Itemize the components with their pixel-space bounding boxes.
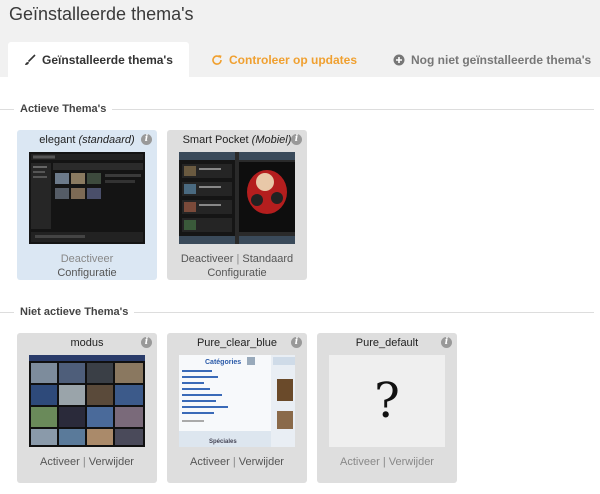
deactivate-link[interactable]: Deactiveer [181, 253, 234, 265]
tab-installed-themes[interactable]: Geïnstalleerde thema's [8, 42, 189, 77]
theme-actions: Deactiveer | Standaard Configuratie [167, 252, 307, 280]
theme-card-pure-clear-blue: Pure_clear_blue i Catégories Spéciales A… [167, 333, 307, 483]
page-title: Geïnstalleerde thema's [9, 4, 194, 24]
activate-link[interactable]: Activeer [190, 456, 230, 468]
theme-card-modus: modus i Activeer | Verwijder [17, 333, 157, 483]
section-inactive: Niet actieve Thema's [0, 305, 600, 319]
configuration-link[interactable]: Configuratie [57, 267, 116, 279]
theme-preview[interactable] [179, 152, 295, 244]
theme-actions: Activeer | Verwijder [317, 455, 457, 469]
header-area: Geïnstalleerde thema's Geïnstalleerde th… [0, 0, 600, 77]
theme-name: Smart Pocket (Mobiel) [182, 134, 292, 146]
section-title: Actieve Thema's [14, 102, 113, 116]
tab-not-installed[interactable]: Nog niet geïnstalleerde thema's [393, 42, 591, 77]
theme-card-elegant: elegant (standaard) i Deactiveer Configu… [17, 130, 157, 280]
deactivate-link[interactable]: Deactiveer [61, 253, 114, 265]
theme-preview[interactable] [29, 152, 145, 244]
configuration-link[interactable]: Configuratie [207, 267, 266, 279]
brush-icon [25, 53, 36, 65]
delete-link[interactable]: Verwijder [389, 456, 434, 468]
info-icon[interactable]: i [141, 337, 152, 348]
plus-circle-icon [393, 54, 405, 65]
tab-label: Nog niet geïnstalleerde thema's [411, 52, 592, 67]
preview-image: Catégories Spéciales [179, 355, 295, 447]
section-active: Actieve Thema's [0, 102, 600, 116]
theme-card-pure-default: Pure_default i ? Activeer | Verwijder [317, 333, 457, 483]
theme-preview[interactable] [29, 355, 145, 447]
delete-link[interactable]: Verwijder [89, 456, 134, 468]
theme-actions: Deactiveer Configuratie [17, 252, 157, 280]
activate-link[interactable]: Activeer [340, 456, 380, 468]
theme-name: Pure_clear_blue [196, 337, 278, 349]
preview-footer: Spéciales [209, 439, 237, 445]
theme-actions: Activeer | Verwijder [167, 455, 307, 469]
separator: | [382, 456, 386, 468]
activate-link[interactable]: Activeer [40, 456, 80, 468]
theme-card-smart-pocket: Smart Pocket (Mobiel) i Deactiveer | Sta… [167, 130, 307, 280]
refresh-icon [212, 54, 222, 65]
theme-name: Pure_default [355, 337, 419, 349]
delete-link[interactable]: Verwijder [239, 456, 284, 468]
section-title: Niet actieve Thema's [14, 305, 135, 319]
info-icon[interactable]: i [291, 134, 302, 145]
theme-name: elegant (standaard) [39, 134, 135, 146]
theme-preview[interactable]: ? [329, 355, 445, 447]
preview-image [29, 152, 145, 244]
preview-image [179, 152, 295, 244]
tab-label: Geïnstalleerde thema's [42, 52, 173, 67]
tab-check-updates[interactable]: Controleer op updates [211, 42, 357, 77]
set-default-link[interactable]: Standaard [242, 253, 293, 265]
tab-label: Controleer op updates [229, 52, 358, 67]
no-preview-placeholder: ? [329, 355, 445, 447]
separator: | [232, 456, 236, 468]
preview-heading: Catégories [205, 359, 241, 366]
info-icon[interactable]: i [441, 337, 452, 348]
separator: | [236, 253, 240, 265]
theme-name: modus [70, 337, 104, 349]
theme-actions: Activeer | Verwijder [17, 455, 157, 469]
info-icon[interactable]: i [141, 134, 152, 145]
separator: | [82, 456, 86, 468]
preview-image [29, 355, 145, 447]
theme-preview[interactable]: Catégories Spéciales [179, 355, 295, 447]
info-icon[interactable]: i [291, 337, 302, 348]
